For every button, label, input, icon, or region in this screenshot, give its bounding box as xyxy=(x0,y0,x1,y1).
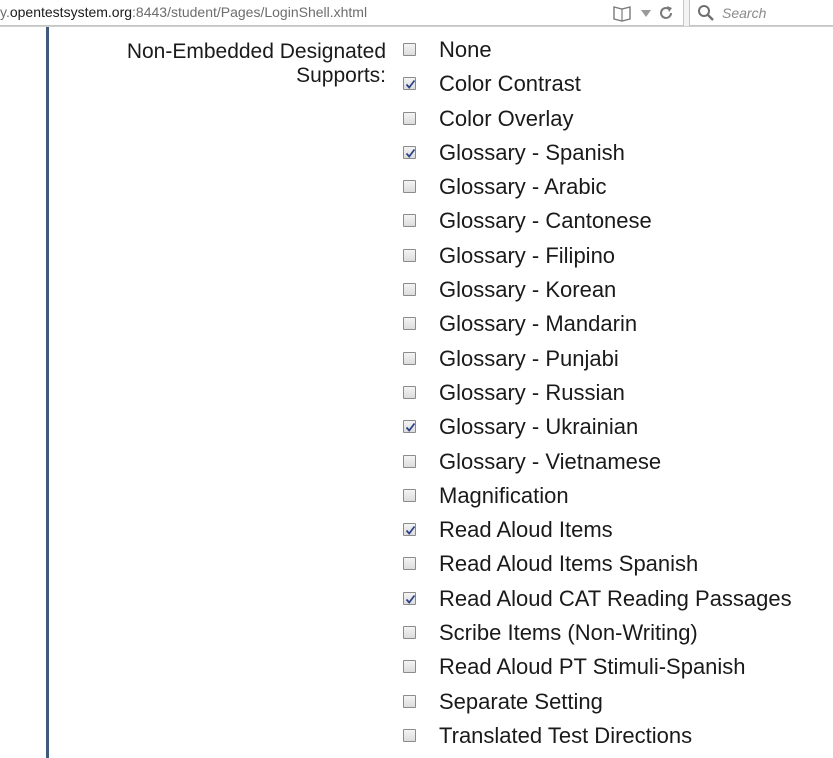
support-option[interactable]: Magnification xyxy=(403,480,823,514)
support-option[interactable]: Scribe Items (Non-Writing) xyxy=(403,617,823,651)
support-checkbox[interactable] xyxy=(403,248,416,262)
support-option[interactable]: Glossary - Mandarin xyxy=(403,308,823,342)
support-option-label[interactable]: Glossary - Spanish xyxy=(439,140,625,166)
support-checkbox[interactable] xyxy=(403,214,416,228)
support-option[interactable]: Separate Setting xyxy=(403,686,823,720)
support-option[interactable]: Color Overlay xyxy=(403,103,823,137)
support-checkbox[interactable] xyxy=(403,557,416,571)
search-box[interactable]: Search xyxy=(689,0,833,26)
support-option-label[interactable]: Glossary - Vietnamese xyxy=(439,449,661,475)
support-checkbox[interactable] xyxy=(403,180,416,194)
support-option-label[interactable]: Read Aloud Items Spanish xyxy=(439,551,698,577)
support-option-label[interactable]: Glossary - Ukrainian xyxy=(439,414,638,440)
support-checkbox[interactable] xyxy=(403,283,416,297)
support-option-label[interactable]: Color Overlay xyxy=(439,106,573,132)
support-option-label[interactable]: Glossary - Cantonese xyxy=(439,208,652,234)
field-label: Non-Embedded Designated Supports: xyxy=(90,40,386,88)
support-checkbox[interactable] xyxy=(403,420,416,434)
supports-checkbox-list: None Color Contrast Color Overlay Glossary … xyxy=(403,34,823,754)
support-checkbox[interactable] xyxy=(403,77,416,91)
support-option-label[interactable]: Separate Setting xyxy=(439,689,603,715)
page-content: Non-Embedded Designated Supports: None Co… xyxy=(0,27,833,758)
support-checkbox[interactable] xyxy=(403,145,416,159)
support-checkbox[interactable] xyxy=(403,694,416,708)
support-option-label[interactable]: Color Contrast xyxy=(439,71,581,97)
support-option[interactable]: Read Aloud Items xyxy=(403,514,823,548)
support-checkbox[interactable] xyxy=(403,385,416,399)
url-domain: opentestsystem.org xyxy=(9,4,133,20)
support-checkbox[interactable] xyxy=(403,43,416,56)
support-option-label[interactable]: Glossary - Korean xyxy=(439,277,616,303)
support-checkbox[interactable] xyxy=(403,660,416,674)
support-option[interactable]: Read Aloud PT Stimuli-Spanish xyxy=(403,651,823,685)
support-option-label[interactable]: Scribe Items (Non-Writing) xyxy=(439,620,698,646)
support-option-label[interactable]: Glossary - Punjabi xyxy=(439,346,619,372)
url-path: :8443/student/Pages/LoginShell.xhtml xyxy=(132,4,368,20)
reload-icon[interactable] xyxy=(657,4,675,27)
support-option[interactable]: Glossary - Korean xyxy=(403,274,823,308)
browser-toolbar: y.opentestsystem.org:8443/student/Pages/… xyxy=(0,0,833,27)
support-checkbox[interactable] xyxy=(403,591,416,605)
left-border-rule xyxy=(46,27,49,758)
support-option[interactable]: Glossary - Ukrainian xyxy=(403,411,823,445)
support-option[interactable]: Read Aloud Items Spanish xyxy=(403,548,823,582)
support-option[interactable]: Translated Test Directions xyxy=(403,720,823,754)
support-option[interactable]: Glossary - Filipino xyxy=(403,240,823,274)
search-icon xyxy=(697,4,715,27)
support-option-label[interactable]: Read Aloud CAT Reading Passages xyxy=(439,586,792,612)
support-option[interactable]: Color Contrast xyxy=(403,68,823,102)
support-option-label[interactable]: Glossary - Arabic xyxy=(439,174,607,200)
support-option-label[interactable]: Glossary - Mandarin xyxy=(439,311,637,337)
support-option[interactable]: Glossary - Spanish xyxy=(403,137,823,171)
support-checkbox[interactable] xyxy=(403,317,416,331)
url-text: y.opentestsystem.org:8443/student/Pages/… xyxy=(0,4,367,20)
support-option[interactable]: None xyxy=(403,34,823,68)
support-checkbox[interactable] xyxy=(403,351,416,365)
field-label-line1: Non-Embedded Designated xyxy=(126,40,386,63)
support-option-label[interactable]: Read Aloud Items xyxy=(439,517,613,543)
support-option-label[interactable]: Read Aloud PT Stimuli-Spanish xyxy=(439,654,746,680)
support-checkbox[interactable] xyxy=(403,626,416,640)
support-checkbox[interactable] xyxy=(403,454,416,468)
support-checkbox[interactable] xyxy=(403,488,416,502)
support-option[interactable]: Read Aloud CAT Reading Passages xyxy=(403,583,823,617)
support-option[interactable]: Glossary - Russian xyxy=(403,377,823,411)
support-option-label[interactable]: Translated Test Directions xyxy=(439,723,692,749)
url-prefix: y. xyxy=(0,4,10,20)
search-placeholder: Search xyxy=(722,5,767,21)
support-checkbox[interactable] xyxy=(403,728,416,742)
address-bar[interactable]: y.opentestsystem.org:8443/student/Pages/… xyxy=(0,0,684,26)
support-option[interactable]: Glossary - Punjabi xyxy=(403,343,823,377)
support-option[interactable]: Glossary - Cantonese xyxy=(403,205,823,239)
support-checkbox[interactable] xyxy=(403,523,416,537)
support-option-label[interactable]: Glossary - Russian xyxy=(439,380,625,406)
support-checkbox[interactable] xyxy=(403,111,416,125)
support-option-label[interactable]: Glossary - Filipino xyxy=(439,243,615,269)
reader-view-icon[interactable] xyxy=(612,4,632,27)
support-option[interactable]: Glossary - Vietnamese xyxy=(403,446,823,480)
support-option-label[interactable]: Magnification xyxy=(439,483,569,509)
support-option[interactable]: Glossary - Arabic xyxy=(403,171,823,205)
field-label-line2: Supports: xyxy=(296,64,386,87)
chevron-down-icon[interactable] xyxy=(640,4,652,27)
support-option-label[interactable]: None xyxy=(439,37,492,63)
